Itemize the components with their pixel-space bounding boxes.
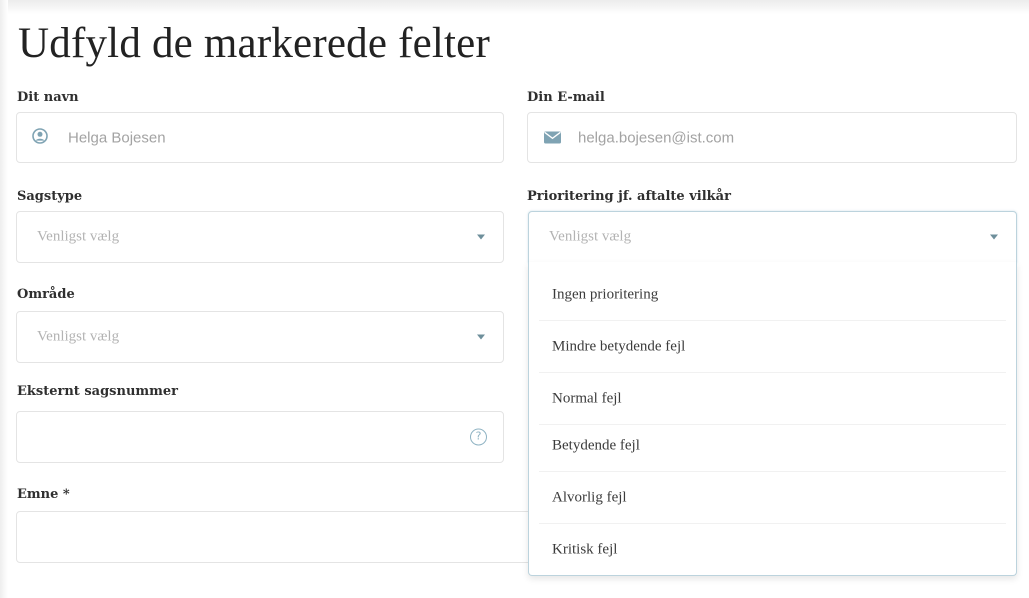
priority-select[interactable]: Venligst vælg [528, 211, 1017, 263]
chevron-down-icon [477, 334, 485, 340]
dropdown-option[interactable]: Normal fejl [529, 373, 1016, 425]
chevron-down-icon [990, 234, 998, 240]
casetype-label: Sagstype [17, 189, 83, 204]
name-value: Helga Bojesen [68, 129, 166, 146]
external-label: Eksternt sagsnummer [17, 384, 179, 399]
priority-placeholder: Venligst vælg [549, 228, 632, 245]
casetype-select[interactable]: Venligst vælg [16, 211, 504, 263]
window-left-shadow [0, 0, 8, 598]
dropdown-option[interactable]: Betydende fejl [529, 420, 1016, 472]
area-label: Område [17, 287, 75, 302]
subject-input[interactable] [16, 511, 546, 563]
area-select[interactable]: Venligst vælg [16, 311, 504, 363]
area-placeholder: Venligst vælg [37, 328, 120, 345]
email-value: helga.bojesen@ist.com [578, 129, 735, 146]
option-label: Kritisk fejl [552, 541, 618, 558]
dropdown-option[interactable]: Alvorlig fejl [529, 472, 1016, 524]
dropdown-option[interactable]: Mindre betydende fejl [529, 321, 1016, 373]
envelope-icon [544, 128, 561, 147]
window-top-shadow [0, 0, 1029, 14]
email-field[interactable]: helga.bojesen@ist.com [527, 112, 1017, 163]
email-label: Din E-mail [527, 90, 605, 105]
dropdown-option[interactable]: Ingen prioritering [529, 269, 1016, 321]
dropdown-option[interactable]: Kritisk fejl [529, 524, 1016, 576]
priority-dropdown-menu: Ingen prioritering Mindre betydende fejl… [528, 262, 1017, 576]
option-label: Ingen prioritering [552, 286, 659, 303]
user-circle-icon [32, 127, 48, 148]
casetype-placeholder: Venligst vælg [37, 228, 120, 245]
option-label: Betydende fejl [552, 437, 640, 454]
name-field[interactable]: Helga Bojesen [16, 112, 504, 163]
option-label: Mindre betydende fejl [552, 338, 686, 355]
subject-label: Emne * [17, 487, 70, 502]
chevron-down-icon [477, 234, 485, 240]
external-case-number-input[interactable]: ? [16, 411, 504, 463]
page-title: Udfyld de markerede felter [18, 20, 490, 67]
question-circle-icon[interactable]: ? [470, 428, 487, 446]
name-label: Dit navn [17, 90, 79, 105]
priority-label: Prioritering jf. aftalte vilkår [527, 189, 731, 204]
option-label: Alvorlig fejl [552, 489, 627, 506]
option-label: Normal fejl [552, 390, 622, 407]
